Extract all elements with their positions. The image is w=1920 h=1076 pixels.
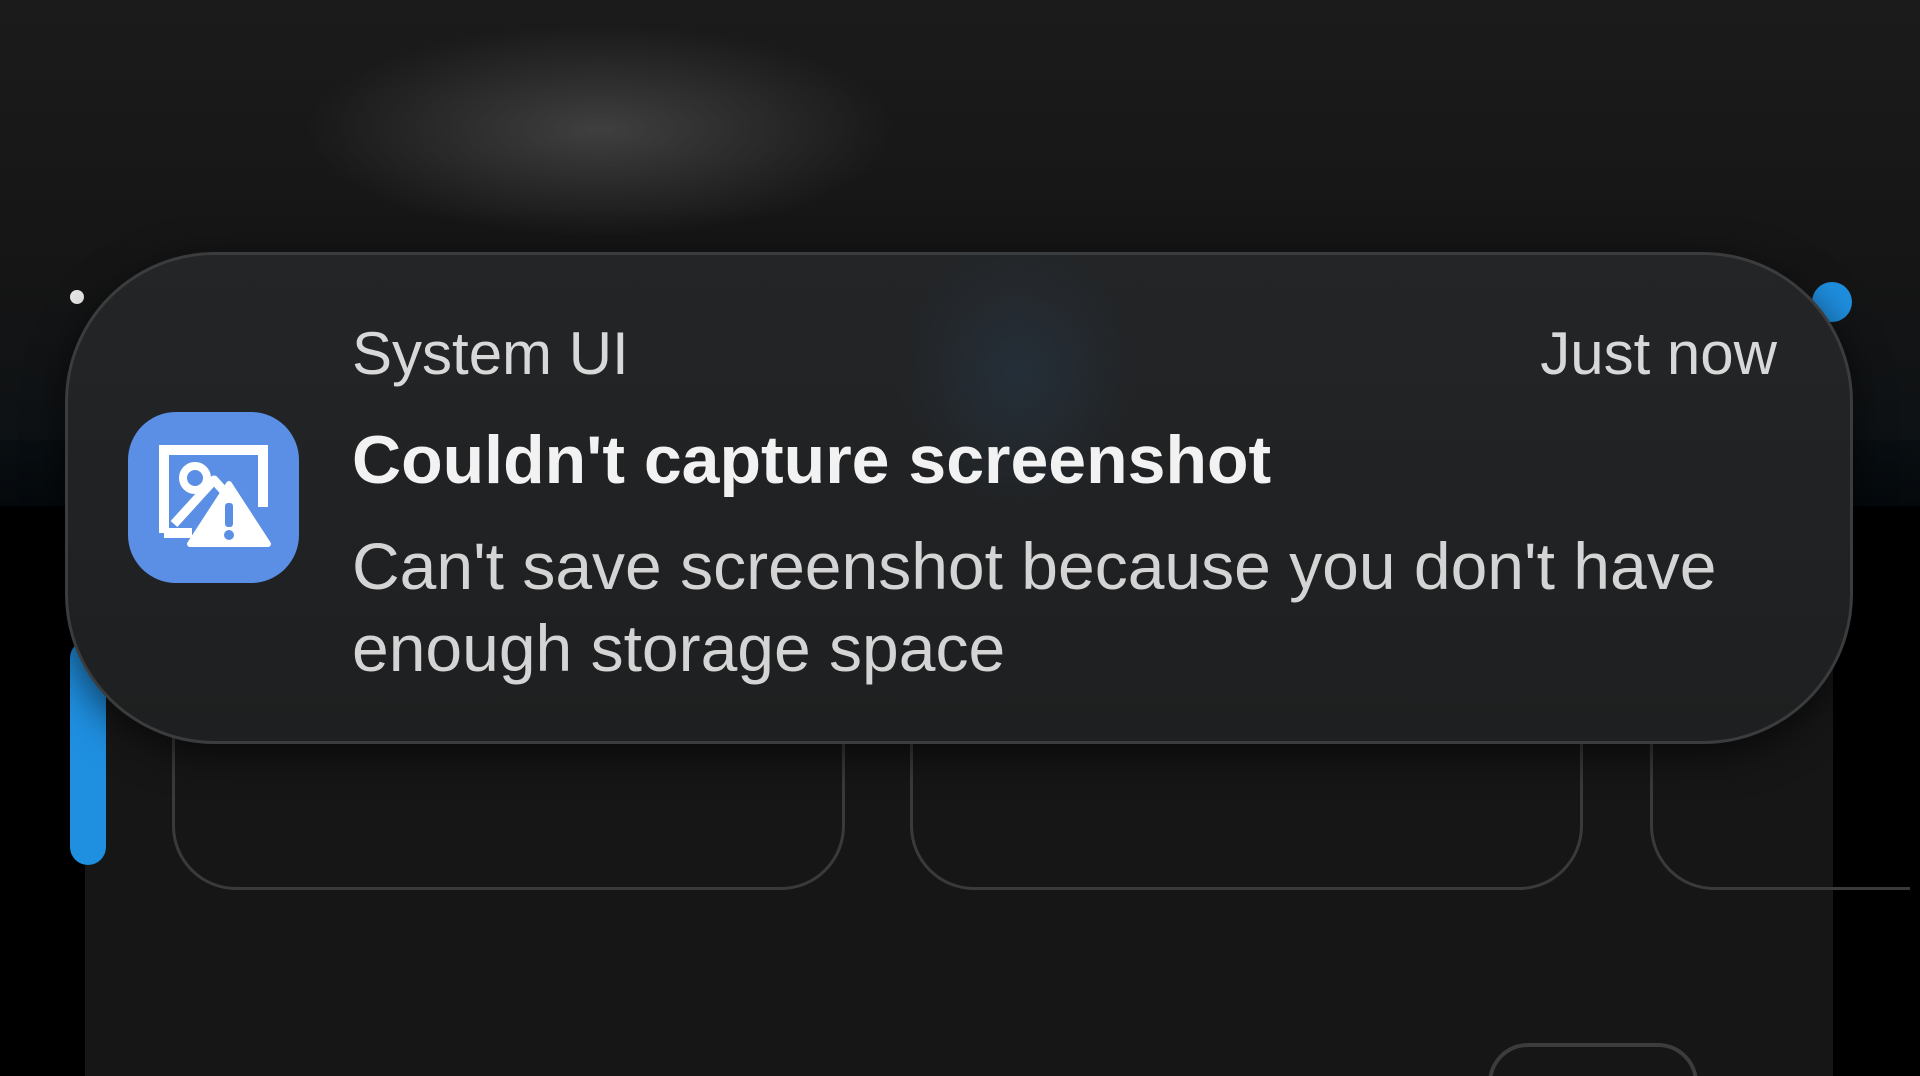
notification-timestamp: Just now [1540,320,1777,387]
background-pill-button[interactable] [1488,1043,1698,1076]
notification-title: Couldn't capture screenshot [352,422,1272,498]
notification-body: Can't save screenshot because you don't … [352,529,1717,685]
screen: System UI Just now Couldn't capture scre… [0,0,1920,1076]
screenshot-error-icon [128,412,299,583]
status-dot [70,290,84,304]
notification-app-name: System UI [352,320,629,387]
